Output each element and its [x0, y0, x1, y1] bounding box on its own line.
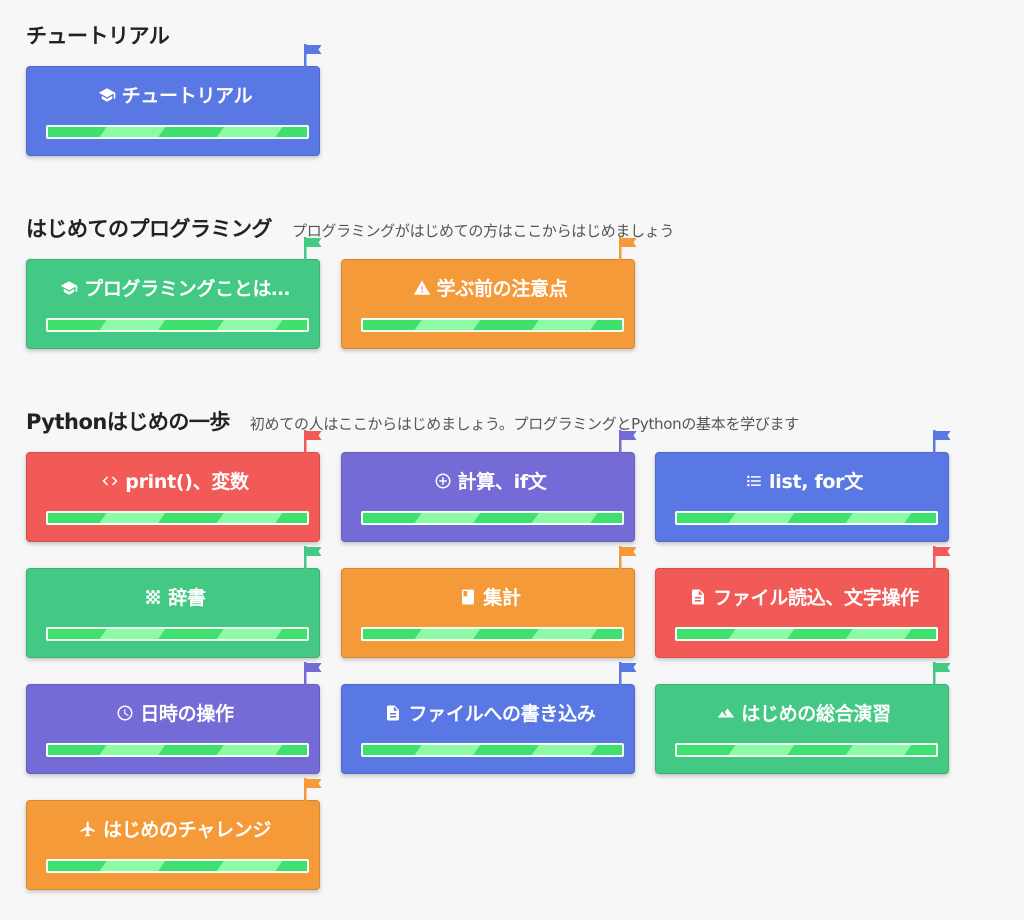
- card-label-wrap: 計算、if文: [356, 467, 624, 494]
- progress-bar: [675, 627, 938, 641]
- card-label-wrap: ファイル読込、文字操作: [670, 583, 938, 610]
- code-icon: [101, 472, 119, 493]
- section-title: はじめてのプログラミング: [26, 217, 273, 241]
- course-card-what-is-programming[interactable]: プログラミングことは…: [26, 237, 322, 349]
- card-label: 学ぶ前の注意点: [436, 278, 568, 300]
- section-header-tutorial: チュートリアル: [26, 20, 170, 50]
- flag-icon: [304, 546, 322, 570]
- card-label: 日時の操作: [140, 703, 234, 725]
- progress-bar: [361, 743, 624, 757]
- card-label: 辞書: [168, 587, 206, 609]
- progress-bar: [46, 627, 309, 641]
- course-card-aggregation[interactable]: 集計: [341, 546, 637, 658]
- card-label-wrap: 辞書: [41, 583, 309, 610]
- card-label: print()、変数: [125, 471, 249, 493]
- course-card-comprehensive-exercise[interactable]: はじめの総合演習: [655, 662, 951, 774]
- card-label-wrap: チュートリアル: [41, 81, 309, 108]
- card-label: はじめのチャレンジ: [102, 819, 272, 841]
- progress-bar: [361, 627, 624, 641]
- progress-bar: [46, 511, 309, 525]
- plus-circle-icon: [434, 472, 452, 493]
- card-label-wrap: プログラミングことは…: [41, 274, 309, 301]
- progress-bar: [46, 743, 309, 757]
- course-card-file-write[interactable]: ファイルへの書き込み: [341, 662, 637, 774]
- card-label: 計算、if文: [457, 471, 547, 493]
- card-label: ファイル読込、文字操作: [713, 587, 919, 609]
- flag-icon: [619, 662, 637, 686]
- flag-icon: [619, 430, 637, 454]
- section-title: Pythonはじめの一歩: [26, 410, 230, 434]
- card-label-wrap: 学ぶ前の注意点: [356, 274, 624, 301]
- flag-icon: [304, 662, 322, 686]
- progress-bar: [361, 511, 624, 525]
- course-card-precautions[interactable]: 学ぶ前の注意点: [341, 237, 637, 349]
- card-label: はじめの総合演習: [741, 703, 891, 725]
- card-label-wrap: はじめのチャレンジ: [41, 815, 309, 842]
- flag-icon: [933, 546, 951, 570]
- card-label: プログラミングことは…: [84, 278, 290, 300]
- progress-bar: [46, 318, 309, 332]
- flag-icon: [304, 778, 322, 802]
- card-label-wrap: 日時の操作: [41, 699, 309, 726]
- course-card-print-variables[interactable]: print()、変数: [26, 430, 322, 542]
- graduation-cap-icon: [98, 86, 116, 107]
- clock-icon: [116, 704, 134, 725]
- progress-bar: [361, 318, 624, 332]
- section-title: チュートリアル: [26, 24, 170, 48]
- section-description: 初めての人はここからはじめましょう。プログラミングとPythonの基本を学びます: [249, 415, 799, 433]
- flag-icon: [304, 44, 322, 68]
- section-header-python-first-step: Pythonはじめの一歩 初めての人はここからはじめましょう。プログラミングとP…: [26, 406, 799, 436]
- flag-icon: [619, 237, 637, 261]
- flag-icon: [619, 546, 637, 570]
- plane-icon: [79, 820, 97, 841]
- progress-bar: [675, 511, 938, 525]
- course-card-dictionary[interactable]: 辞書: [26, 546, 322, 658]
- card-label: 集計: [483, 587, 521, 609]
- graduation-cap-icon: [60, 279, 78, 300]
- flag-icon: [304, 430, 322, 454]
- course-card-list-for[interactable]: list, for文: [655, 430, 951, 542]
- progress-bar: [675, 743, 938, 757]
- card-label-wrap: ファイルへの書き込み: [356, 699, 624, 726]
- card-label-wrap: print()、変数: [41, 467, 309, 494]
- file-icon: [689, 588, 707, 609]
- dictionary-icon: [144, 588, 162, 609]
- card-label-wrap: はじめの総合演習: [670, 699, 938, 726]
- file-icon: [384, 704, 402, 725]
- card-label: チュートリアル: [121, 85, 253, 107]
- card-label-wrap: list, for文: [670, 467, 938, 494]
- course-card-calc-if[interactable]: 計算、if文: [341, 430, 637, 542]
- card-label-wrap: 集計: [356, 583, 624, 610]
- course-map: チュートリアル チュートリアル はじめてのプログラミング プログラミングがはじめ…: [0, 0, 1024, 920]
- card-label: ファイルへの書き込み: [408, 703, 596, 725]
- progress-bar: [46, 125, 309, 139]
- flag-icon: [933, 430, 951, 454]
- list-icon: [745, 472, 763, 493]
- card-label: list, for文: [769, 471, 863, 493]
- mountain-icon: [717, 704, 735, 725]
- progress-bar: [46, 859, 309, 873]
- warning-icon: [413, 279, 431, 300]
- course-card-challenge[interactable]: はじめのチャレンジ: [26, 778, 322, 890]
- course-card-datetime[interactable]: 日時の操作: [26, 662, 322, 774]
- section-header-first-programming: はじめてのプログラミング プログラミングがはじめての方はここからはじめましょう: [26, 213, 675, 243]
- flag-icon: [304, 237, 322, 261]
- section-description: プログラミングがはじめての方はここからはじめましょう: [292, 222, 675, 240]
- course-card-tutorial[interactable]: チュートリアル: [26, 44, 322, 156]
- book-icon: [459, 588, 477, 609]
- flag-icon: [933, 662, 951, 686]
- course-card-file-read[interactable]: ファイル読込、文字操作: [655, 546, 951, 658]
